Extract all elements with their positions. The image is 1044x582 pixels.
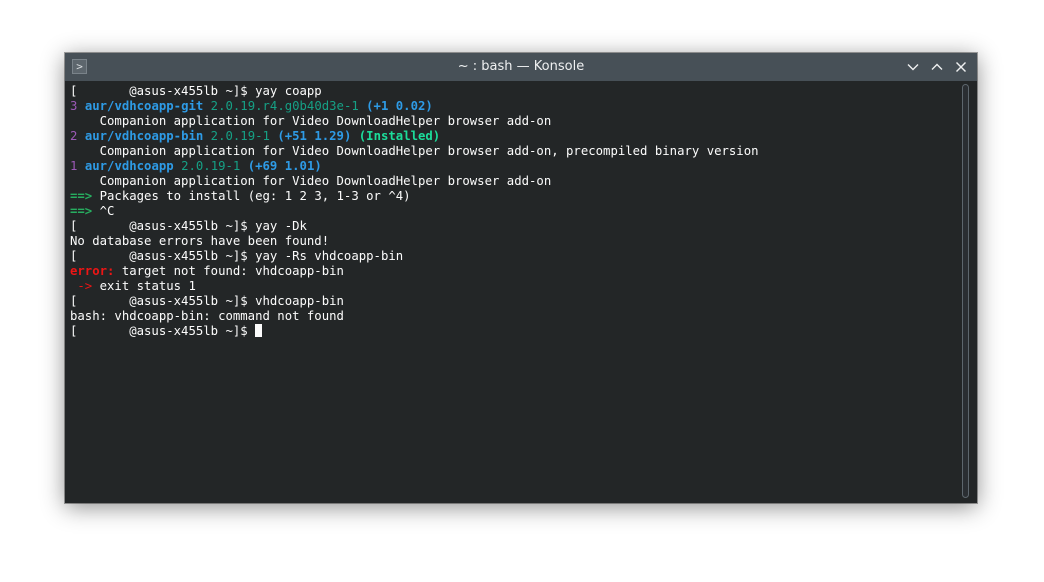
terminal-text: vdhcoapp <box>114 159 174 173</box>
terminal-line: bash: vhdcoapp-bin: command not found <box>70 309 955 324</box>
terminal-text: 3 <box>70 99 85 113</box>
terminal-text: aur/ <box>84 99 115 113</box>
terminal-text: [ @asus-x455lb ~]$ yay coapp <box>70 84 322 98</box>
maximize-button[interactable] <box>928 58 946 76</box>
terminal-line: 2 aur/vdhcoapp-bin 2.0.19-1 (+51 1.29) (… <box>70 129 955 144</box>
terminal-text: [ @asus-x455lb ~]$ <box>70 324 256 338</box>
text-cursor <box>255 324 263 337</box>
terminal-line: No database errors have been found! <box>70 234 955 249</box>
terminal-text: ==> <box>70 189 100 203</box>
terminal-line: -> exit status 1 <box>70 279 955 294</box>
terminal-text: 2.0.19.r4.g0b40d3e-1 <box>203 99 367 113</box>
terminal-text: aur/ <box>84 159 115 173</box>
terminal-line: [ @asus-x455lb ~]$ yay -Dk <box>70 219 955 234</box>
title-bar[interactable]: > ~ : bash — Konsole <box>65 53 977 81</box>
terminal-text: vdhcoapp-bin <box>114 129 204 143</box>
terminal-text: Companion application for Video Download… <box>70 114 552 128</box>
terminal-line: error: target not found: vhdcoapp-bin <box>70 264 955 279</box>
terminal-text: -> <box>70 279 100 293</box>
terminal-text: Companion application for Video Download… <box>70 174 552 188</box>
terminal-text: vdhcoapp-git <box>114 99 204 113</box>
terminal-text: ^C <box>99 204 115 218</box>
scrollbar-track[interactable] <box>962 84 969 498</box>
window-title: ~ : bash — Konsole <box>457 59 585 74</box>
terminal-line: [ @asus-x455lb ~]$ yay -Rs vhdcoapp-bin <box>70 249 955 264</box>
terminal-line: 3 aur/vdhcoapp-git 2.0.19.r4.g0b40d3e-1 … <box>70 99 955 114</box>
terminal-line: [ @asus-x455lb ~]$ yay coapp <box>70 84 955 99</box>
konsole-window: > ~ : bash — Konsole [ @asus-x455lb ~]$ … <box>65 53 977 503</box>
terminal-text: [ @asus-x455lb ~]$ yay -Rs vhdcoapp-bin <box>70 249 404 263</box>
terminal-text: Companion application for Video Download… <box>70 144 759 158</box>
terminal-text: 2 <box>70 129 85 143</box>
close-icon <box>956 62 966 72</box>
terminal-text: bash: vhdcoapp-bin: command not found <box>70 309 344 323</box>
scrollbar[interactable] <box>960 84 972 498</box>
minimize-button[interactable] <box>904 58 922 76</box>
terminal-line: ==> Packages to install (eg: 1 2 3, 1-3 … <box>70 189 955 204</box>
terminal-line: Companion application for Video Download… <box>70 144 955 159</box>
close-button[interactable] <box>952 58 970 76</box>
chevron-down-icon <box>907 64 919 71</box>
terminal-text: 2.0.19-1 <box>173 159 248 173</box>
terminal-line: Companion application for Video Download… <box>70 114 955 129</box>
terminal-text: error: <box>70 264 115 278</box>
chevron-up-icon <box>931 63 943 70</box>
terminal-text: Packages to install (eg: 1 2 3, 1-3 or ^… <box>99 189 411 203</box>
terminal-text: [ @asus-x455lb ~]$ yay -Dk <box>70 219 307 233</box>
terminal-text: 1 <box>70 159 85 173</box>
terminal-text: 2.0.19-1 <box>203 129 278 143</box>
terminal-line: 1 aur/vdhcoapp 2.0.19-1 (+69 1.01) <box>70 159 955 174</box>
terminal-line: ==> ^C <box>70 204 955 219</box>
terminal-text: (Installed) <box>351 129 441 143</box>
terminal-text: (+69 1.01) <box>247 159 322 173</box>
terminal-text: target not found: vhdcoapp-bin <box>114 264 344 278</box>
terminal-text: aur/ <box>84 129 115 143</box>
terminal-output[interactable]: [ @asus-x455lb ~]$ yay coapp 3 aur/vdhcoa… <box>70 84 955 498</box>
terminal-line: Companion application for Video Download… <box>70 174 955 189</box>
terminal-text: No database errors have been found! <box>70 234 330 248</box>
terminal-line: [ @asus-x455lb ~]$ <box>70 324 955 339</box>
terminal-line: [ @asus-x455lb ~]$ vhdcoapp-bin <box>70 294 955 309</box>
terminal-text: exit status 1 <box>99 279 196 293</box>
terminal-text: (+51 1.29) <box>277 129 352 143</box>
terminal-text: [ @asus-x455lb ~]$ vhdcoapp-bin <box>70 294 344 308</box>
terminal-text: (+1 0.02) <box>366 99 433 113</box>
terminal-text: ==> <box>70 204 100 218</box>
